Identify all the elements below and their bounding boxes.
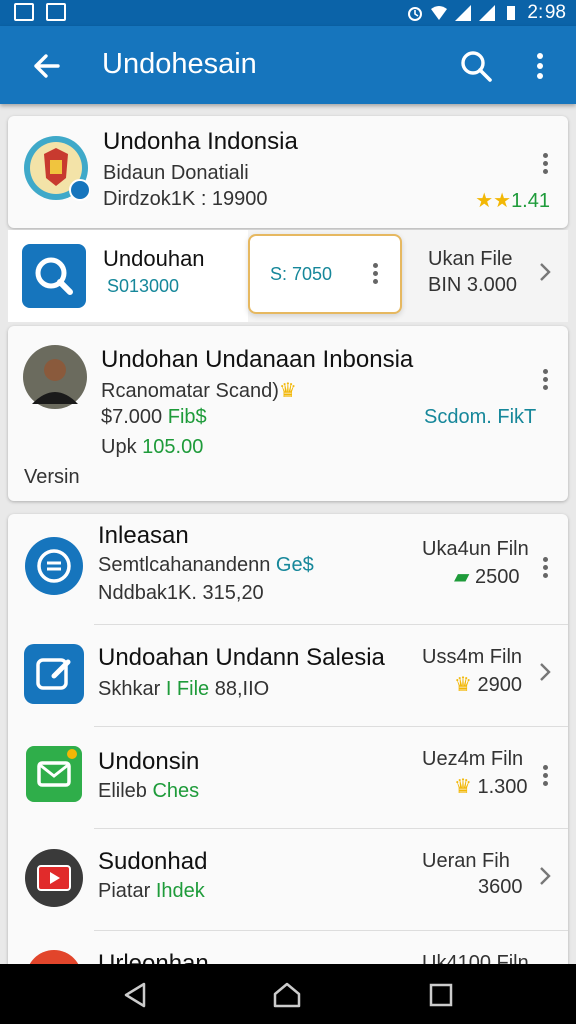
list-meta: Nddbak1K. 315,20 <box>98 582 264 604</box>
list-item[interactable]: Undoahan Undann Salesia Skhkar I File 88… <box>8 624 568 726</box>
list-item[interactable]: Sudonhad Piatar Ihdek Ueran Fih 3600 <box>8 828 568 930</box>
more-options-icon[interactable] <box>528 48 552 84</box>
chevron-right-icon[interactable] <box>538 262 552 282</box>
page-title: Undohesain <box>102 48 257 80</box>
strip-item[interactable]: Undouhan S013000 <box>8 230 248 322</box>
crown-icon: ♛ <box>454 674 472 696</box>
list-item[interactable]: Undonsin Elileb Ches Uez4m Filn ♛ 1.300 <box>8 726 568 828</box>
gallery-notification-icon <box>14 3 34 21</box>
list-right-label: Ueran Fih <box>422 850 510 872</box>
star-icon: ★★ <box>475 190 512 212</box>
list-more-icon[interactable] <box>540 554 550 582</box>
profile-version: Versin <box>24 466 80 488</box>
profile-card[interactable]: Undohan Undanaan Inbonsia Rcanomatar Sca… <box>8 326 568 501</box>
list-title: Undoahan Undann Salesia <box>98 644 385 671</box>
list-item[interactable]: Inleasan Semtlcahanandenn Ge$ Nddbak1K. … <box>8 514 568 624</box>
list-right-value: ♛ 1.300 <box>454 776 528 798</box>
popup-more-icon[interactable] <box>370 260 380 288</box>
app-bar: Undohesain <box>0 26 576 104</box>
nav-back-icon[interactable] <box>120 980 150 1010</box>
nav-home-icon[interactable] <box>272 980 302 1010</box>
crown-icon: ♛ <box>454 776 472 798</box>
list-right-value: ▰ 2500 <box>454 566 520 588</box>
popup-text: S: 7050 <box>270 264 333 284</box>
wifi-icon <box>431 6 448 20</box>
status-bar: 2: 98 <box>0 0 576 26</box>
list-sub: Elileb Ches <box>98 780 200 802</box>
price-popup[interactable]: S: 7050 <box>248 234 402 314</box>
card-title: Undonha Indonsia <box>103 128 298 155</box>
video-icon <box>25 849 83 907</box>
system-nav-bar <box>0 964 576 1024</box>
search-app-icon <box>22 244 86 308</box>
crown-icon: ♛ <box>278 380 297 402</box>
battery-icon <box>507 6 516 20</box>
alarm-icon <box>408 7 423 21</box>
strip-right-sub: BIN 3.000 <box>428 274 517 296</box>
card-more-icon[interactable] <box>540 150 550 178</box>
profile-more-icon[interactable] <box>540 366 550 394</box>
list-right-value: ♛ 2900 <box>454 674 522 696</box>
list-right-label: Uss4m Filn <box>422 646 523 668</box>
signal-2-icon <box>479 5 496 21</box>
list-sub: Piatar Ihdek <box>98 880 205 902</box>
image-notification-icon <box>46 3 66 21</box>
chat-icon <box>25 537 83 595</box>
edit-icon <box>24 644 84 704</box>
card-meta: Dirdzok1K : 19900 <box>103 188 268 210</box>
signal-icon <box>455 5 472 21</box>
person-avatar <box>23 345 87 409</box>
nav-recents-icon[interactable] <box>426 980 456 1010</box>
list-right-value: 3600 <box>478 876 523 898</box>
profile-upk: Upk 105.00 <box>101 436 204 458</box>
strip-sub: S013000 <box>107 276 180 296</box>
chevron-right-icon[interactable] <box>538 662 552 682</box>
profile-right-tag: Scdom. FikT <box>424 406 537 428</box>
mail-icon <box>26 746 82 802</box>
list-right-label: Uez4m Filn <box>422 748 524 770</box>
profile-title: Undohan Undanaan Inbonsia <box>101 346 414 373</box>
strip-title: Undouhan <box>103 246 205 271</box>
strip-right-title: Ukan File <box>428 248 513 270</box>
search-icon[interactable] <box>458 48 494 84</box>
app-list: Inleasan Semtlcahanandenn Ge$ Nddbak1K. … <box>8 514 568 974</box>
list-more-icon[interactable] <box>540 762 550 790</box>
list-sub: Semtlcahanandenn Ge$ <box>98 554 314 576</box>
list-title: Sudonhad <box>98 848 208 875</box>
profile-subtitle: Rcanomatar Scand)♛ <box>101 380 297 402</box>
emblem-avatar <box>24 136 90 201</box>
back-arrow-icon[interactable] <box>28 48 64 84</box>
featured-card[interactable]: Undonha Indonsia Bidaun Donatiali Dirdzo… <box>8 116 568 228</box>
rating: ★★1.41 <box>475 190 550 212</box>
list-right-label: Uka4un Filn <box>422 538 529 560</box>
box-icon: ▰ <box>454 566 470 588</box>
clock: 2: 98 <box>527 2 566 23</box>
list-sub: Skhkar I File 88,IIO <box>98 678 270 700</box>
profile-price: $7.000 Fib$ <box>101 406 207 428</box>
chevron-right-icon[interactable] <box>538 866 552 886</box>
list-title: Undonsin <box>98 748 200 775</box>
card-subtitle: Bidaun Donatiali <box>103 162 249 184</box>
list-title: Inleasan <box>98 522 189 549</box>
